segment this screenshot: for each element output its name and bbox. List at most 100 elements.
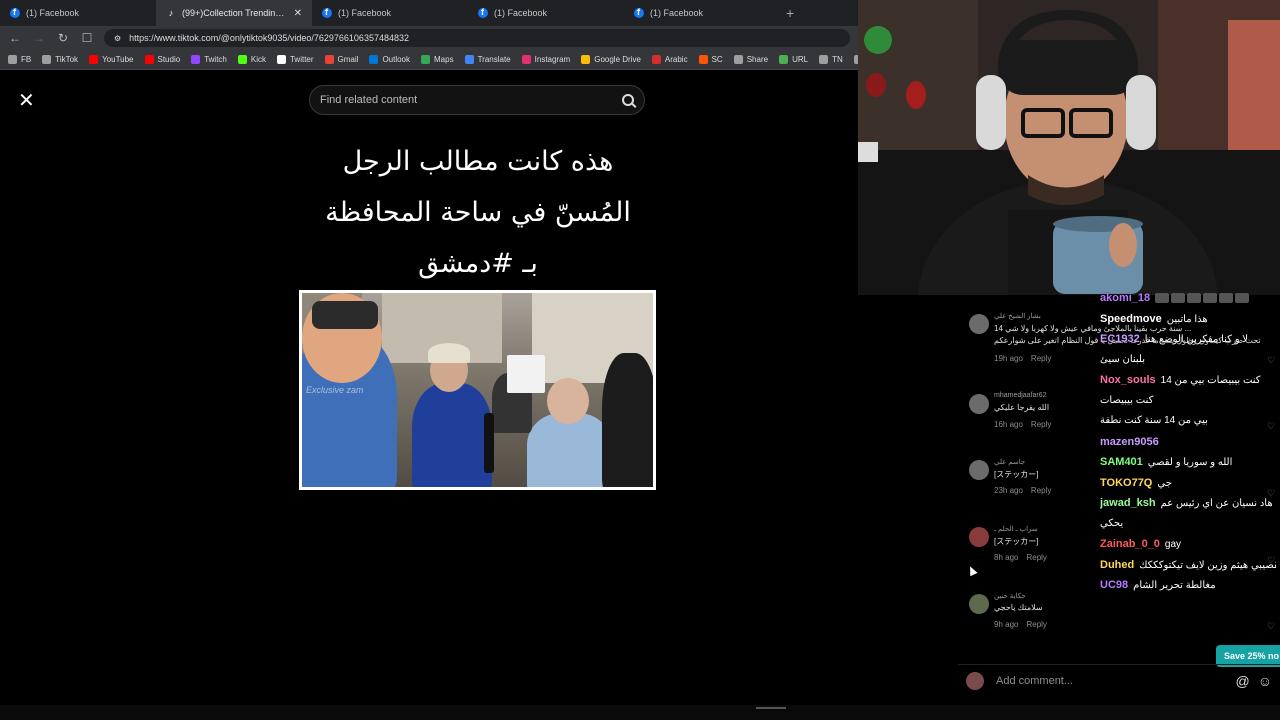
browser-tab[interactable]: (1) Facebook [312,0,468,26]
chat-username[interactable]: UC98 [1100,579,1128,591]
chat-message: Duhed القصيبي هيثم وزين لايف تيكتوكككك [1100,559,1276,571]
comment-username[interactable]: بشار الشيخ علي [994,312,1041,320]
browser-tab[interactable]: (1) Facebook [624,0,780,26]
like-heart-icon[interactable]: ♡ [1267,621,1275,632]
comment-username[interactable]: mhamedjaafar62 [994,392,1047,399]
search-icon[interactable] [622,94,634,106]
bookmark-item[interactable]: URL [779,55,808,64]
comment-text: [ステッカー] [994,470,1039,479]
bookmark-item[interactable]: Translate [464,55,511,64]
url-field[interactable]: ⚙ https://www.tiktok.com/@onlytiktok9035… [104,29,850,47]
emote-icon [1187,293,1202,304]
site-info-icon[interactable]: ⚙ [114,34,121,43]
chat-message: akomi_18 [1100,292,1276,304]
chat-message: Zainab_0_0 gay [1100,538,1276,550]
chat-username[interactable]: SAM401 [1100,456,1143,468]
browser-tab[interactable]: (1) Facebook [0,0,156,26]
bookmark-item[interactable]: Share [733,55,768,64]
bookmark-item[interactable]: Twitter [276,55,314,64]
reload-icon[interactable]: ↻ [56,31,70,45]
caption-line-2: المُسنّ في ساحة المحافظة [325,197,631,228]
emoji-icon[interactable]: ☺ [1258,673,1272,689]
reply-button[interactable]: Reply [1031,354,1051,363]
bookmark-icon [421,55,431,64]
bookmark-label: YouTube [102,55,134,64]
reply-button[interactable]: Reply [1031,486,1051,495]
bookmark-item[interactable]: Instagram [521,55,570,64]
new-tab-button[interactable]: + [786,5,794,21]
reply-button[interactable]: Reply [1031,420,1051,429]
comment-input-bar: Add comment... @ ☺ [958,664,1280,696]
bookmark-label: Outlook [382,55,411,64]
chat-username[interactable]: Speedmove [1100,313,1162,325]
bookmark-label: TN [832,55,843,64]
bookmark-item[interactable]: Maps [421,55,454,64]
avatar[interactable] [969,527,989,547]
tab-label: (1) Facebook [650,8,704,18]
video-scene: Exclusive zam [302,293,653,487]
avatar[interactable] [969,394,989,414]
bookmark-item[interactable]: YouTube [89,55,134,64]
reply-button[interactable]: Reply [1026,620,1046,629]
avatar[interactable] [969,314,989,334]
bookmark-item[interactable]: Kick [237,55,266,64]
video-frame[interactable]: Exclusive zam [299,290,656,490]
scroll-indicator[interactable] [756,707,786,709]
comment-input[interactable]: Add comment... [996,675,1235,687]
chat-username[interactable]: TOKO77Q [1100,477,1152,489]
bookmark-label: Google Drive [594,55,641,64]
comment-username[interactable]: جاسم علي [994,458,1025,466]
bookmark-item[interactable]: Outlook [369,55,410,64]
forward-icon[interactable]: → [32,31,46,45]
bookmark-label: Translate [477,55,511,64]
url-text: https://www.tiktok.com/@onlytiktok9035/v… [129,33,409,43]
comment-time: 8h ago [994,553,1019,562]
chat-text: هاد نسيان عن اي رئيس عم [1160,498,1273,509]
chat-username[interactable]: akomi_18 [1100,292,1150,304]
tab-label: (99+)Collection Trending cre [182,8,288,18]
comment-text: سلامتك ياحجي [994,603,1043,612]
browser-tab[interactable]: (1) Facebook [468,0,624,26]
avatar [966,671,984,690]
bookmark-item[interactable]: Gmail [324,55,358,64]
comment-time: 19h ago [994,354,1023,363]
chat-username[interactable]: jawad_ksh [1100,497,1156,509]
bookmark-item[interactable]: Arabic [651,55,688,64]
facebook-icon [634,7,644,18]
bookmark-item[interactable]: TN [819,55,843,64]
mention-icon[interactable]: @ [1235,673,1249,689]
bookmark-label: FB [21,55,32,64]
bookmark-label: Studio [157,55,181,64]
avatar[interactable] [969,460,989,480]
chat-username[interactable]: Zainab_0_0 [1100,538,1160,550]
bookmark-label: Twitch [204,55,227,64]
bookmark-item[interactable]: TikTok [42,55,78,64]
comment-username[interactable]: حكاية حنين [994,592,1026,600]
comment-time: 16h ago [994,420,1023,429]
emote-icon [1219,293,1234,304]
comment-text: [ステッカー] [994,537,1039,546]
reply-button[interactable]: Reply [1026,553,1046,562]
tab-label: (1) Facebook [338,8,392,18]
close-icon[interactable]: ✕ [18,88,35,113]
chat-username[interactable]: Duhed [1100,559,1134,571]
avatar[interactable] [969,594,989,614]
back-icon[interactable]: ← [8,31,22,45]
browser-tab[interactable]: ♪ (99+)Collection Trending cre ✕ [156,0,312,26]
bookmark-item[interactable]: Studio [144,55,181,64]
chat-username[interactable]: EC1932 [1100,333,1140,345]
comment-username[interactable]: سراب ـ الحلم ـ [994,525,1038,533]
bookmark-icon [42,55,52,64]
chat-username[interactable]: Nox_souls [1100,374,1156,386]
bookmark-item[interactable]: Google Drive [581,55,641,64]
chat-username[interactable]: mazen9056 [1100,436,1159,448]
chat-text: القصيبي هيثم وزين لايف تيكتوكككك [1139,559,1276,571]
bookmark-item[interactable]: SC [698,55,723,64]
bookmark-label: Twitter [289,55,314,64]
address-toolbar: ← → ↻ ☐ ⚙ https://www.tiktok.com/@onlyti… [0,26,858,50]
bookmark-item[interactable]: FB [8,55,31,64]
close-tab-icon[interactable]: ✕ [294,8,302,19]
search-input[interactable]: Find related content [309,85,645,115]
bookmark-item[interactable]: Twitch [191,55,227,64]
bookmark-star-icon[interactable]: ☐ [80,31,94,45]
